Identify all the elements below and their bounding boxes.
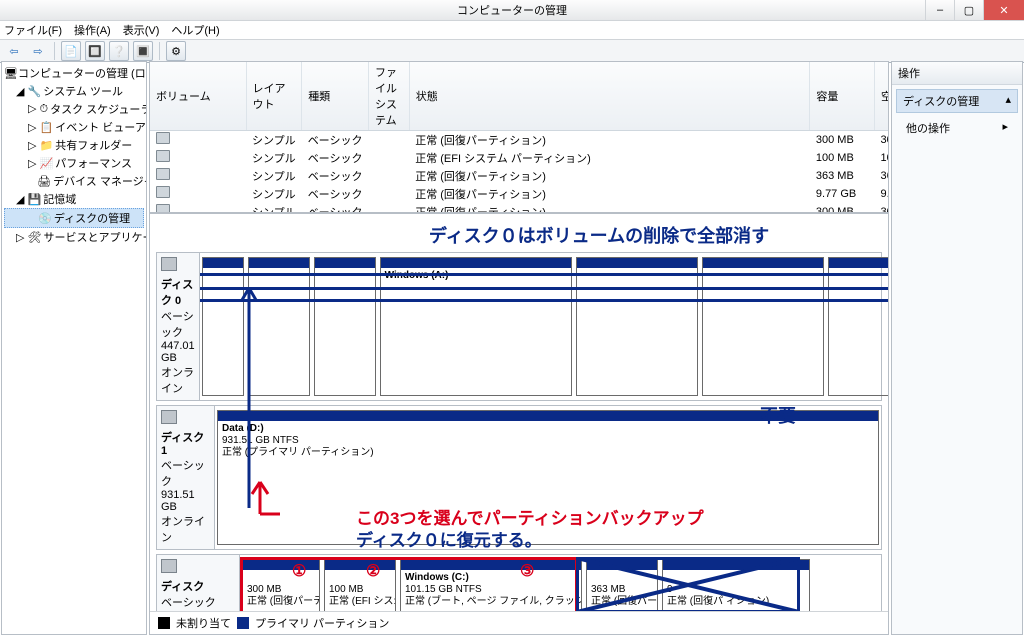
- menu-bar: ファイル(F) 操作(A) 表示(V) ヘルプ(H): [0, 21, 1024, 40]
- partition[interactable]: 363 MB正常 (回復パーティ: [586, 559, 658, 611]
- col-free[interactable]: 空き領域: [874, 62, 888, 131]
- legend-unalloc-label: 未割り当て: [176, 615, 231, 631]
- col-capacity[interactable]: 容量: [810, 62, 875, 131]
- tree-event-viewer[interactable]: ▷ 📋 イベント ビューアー: [4, 118, 144, 136]
- volume-icon: [156, 168, 170, 180]
- toolbar-settings-icon[interactable]: ⚙: [166, 41, 186, 61]
- col-volume[interactable]: ボリューム: [150, 62, 246, 131]
- legend-unalloc-swatch: [158, 617, 170, 629]
- partition[interactable]: Data (D:)931.51 GB NTFS正常 (プライマリ パーティション…: [217, 410, 879, 545]
- tree-storage[interactable]: ◢ 💾 記憶域: [4, 190, 144, 208]
- actions-header: 操作: [892, 62, 1022, 85]
- table-row[interactable]: シンプルベーシック正常 (回復パーティション)9.77 GB9.77 GB100…: [150, 185, 888, 203]
- menu-file[interactable]: ファイル(F): [4, 22, 62, 38]
- tree-task-scheduler[interactable]: ▷ ⏱ タスク スケジューラ: [4, 100, 144, 118]
- partition[interactable]: 9正常 (回復パ ィション): [662, 559, 810, 611]
- col-type[interactable]: 種類: [302, 62, 369, 131]
- title-bar: コンピューターの管理 – ▢ ✕: [0, 0, 1024, 21]
- toolbar-help-icon[interactable]: ❔: [109, 41, 129, 61]
- disk-2[interactable]: ディスク ベーシック 111.67 GB オンライン ① ② ③: [156, 554, 882, 611]
- toolbar-view-icon[interactable]: 🔳: [133, 41, 153, 61]
- disk-1[interactable]: ディスク 1 ベーシック 931.51 GB オンライン Data (D:)93…: [156, 405, 882, 550]
- partition[interactable]: Windows (A:): [380, 257, 572, 396]
- legend-primary-label: プライマリ パーティション: [255, 615, 389, 631]
- tree-root[interactable]: 🖥コンピューターの管理 (ローカル): [4, 64, 144, 82]
- disk-icon: [161, 559, 177, 573]
- volume-icon: [156, 204, 170, 214]
- separator: [54, 42, 55, 60]
- col-fs[interactable]: ファイル システム: [368, 62, 409, 131]
- partition[interactable]: [314, 257, 376, 396]
- tree-device-manager[interactable]: 🖨 デバイス マネージャー: [4, 172, 144, 190]
- tree-disk-management[interactable]: 💿 ディスクの管理: [4, 208, 144, 228]
- actions-more[interactable]: 他の操作▸: [892, 117, 1022, 139]
- disk-0[interactable]: ディスク 0 ベーシック 447.01 GB オンライン Windows (A:…: [156, 252, 882, 401]
- volume-icon: [156, 132, 170, 144]
- partition[interactable]: [702, 257, 824, 396]
- toolbar-properties-icon[interactable]: 📄: [61, 41, 81, 61]
- partition[interactable]: Windows (C:)101.15 GB NTFS正常 (ブート, ページ フ…: [400, 559, 582, 611]
- table-row[interactable]: シンプルベーシック正常 (回復パーティション)300 MB300 MB100 %: [150, 203, 888, 214]
- col-status[interactable]: 状態: [409, 62, 810, 131]
- table-row[interactable]: シンプルベーシック正常 (回復パーティション)363 MB363 MB100 %: [150, 167, 888, 185]
- minimize-button[interactable]: –: [925, 0, 954, 20]
- table-row[interactable]: シンプルベーシック正常 (EFI システム パーティション)100 MB100 …: [150, 149, 888, 167]
- menu-action[interactable]: 操作(A): [74, 22, 111, 38]
- partition[interactable]: [828, 257, 888, 396]
- legend: 未割り当て プライマリ パーティション: [150, 611, 888, 634]
- menu-view[interactable]: 表示(V): [123, 22, 160, 38]
- volume-icon: [156, 150, 170, 162]
- col-layout[interactable]: レイアウト: [246, 62, 302, 131]
- tree-shared-folders[interactable]: ▷ 📁 共有フォルダー: [4, 136, 144, 154]
- toolbar-refresh-icon[interactable]: 🔲: [85, 41, 105, 61]
- disk-diagram[interactable]: ディスク０はボリュームの削除で全部消す ディスク 0 ベーシック 447.01 …: [150, 214, 888, 611]
- partition[interactable]: [576, 257, 698, 396]
- table-row[interactable]: シンプルベーシック正常 (回復パーティション)300 MB300 MB100 %: [150, 131, 888, 150]
- close-button[interactable]: ✕: [983, 0, 1024, 20]
- actions-pane: 操作 ディスクの管理▴ 他の操作▸: [891, 61, 1023, 635]
- center-pane: ボリューム レイアウト 種類 ファイル システム 状態 容量 空き領域 空き領域…: [149, 61, 889, 635]
- forward-button[interactable]: ⇨: [28, 42, 48, 60]
- tree-system-tools[interactable]: ◢ 🔧 システム ツール: [4, 82, 144, 100]
- navigation-tree[interactable]: 🖥コンピューターの管理 (ローカル) ◢ 🔧 システム ツール ▷ ⏱ タスク …: [1, 61, 147, 635]
- disk-icon: [161, 410, 177, 424]
- menu-help[interactable]: ヘルプ(H): [171, 22, 219, 38]
- maximize-button[interactable]: ▢: [954, 0, 983, 20]
- disk-icon: [161, 257, 177, 271]
- partition[interactable]: 100 MB正常 (EFI シス:: [324, 559, 396, 611]
- actions-diskmgmt-header[interactable]: ディスクの管理▴: [896, 89, 1018, 113]
- partition[interactable]: [202, 257, 244, 396]
- back-button[interactable]: ⇦: [4, 42, 24, 60]
- legend-primary-swatch: [237, 617, 249, 629]
- window-title: コンピューターの管理: [457, 2, 567, 18]
- separator: [159, 42, 160, 60]
- tree-performance[interactable]: ▷ 📈 パフォーマンス: [4, 154, 144, 172]
- volume-icon: [156, 186, 170, 198]
- tree-services-apps[interactable]: ▷ 🛠 サービスとアプリケーション: [4, 228, 144, 246]
- partition[interactable]: [248, 257, 310, 396]
- partition[interactable]: 300 MB正常 (回復パーティシ: [242, 559, 320, 611]
- volume-list[interactable]: ボリューム レイアウト 種類 ファイル システム 状態 容量 空き領域 空き領域…: [150, 62, 888, 214]
